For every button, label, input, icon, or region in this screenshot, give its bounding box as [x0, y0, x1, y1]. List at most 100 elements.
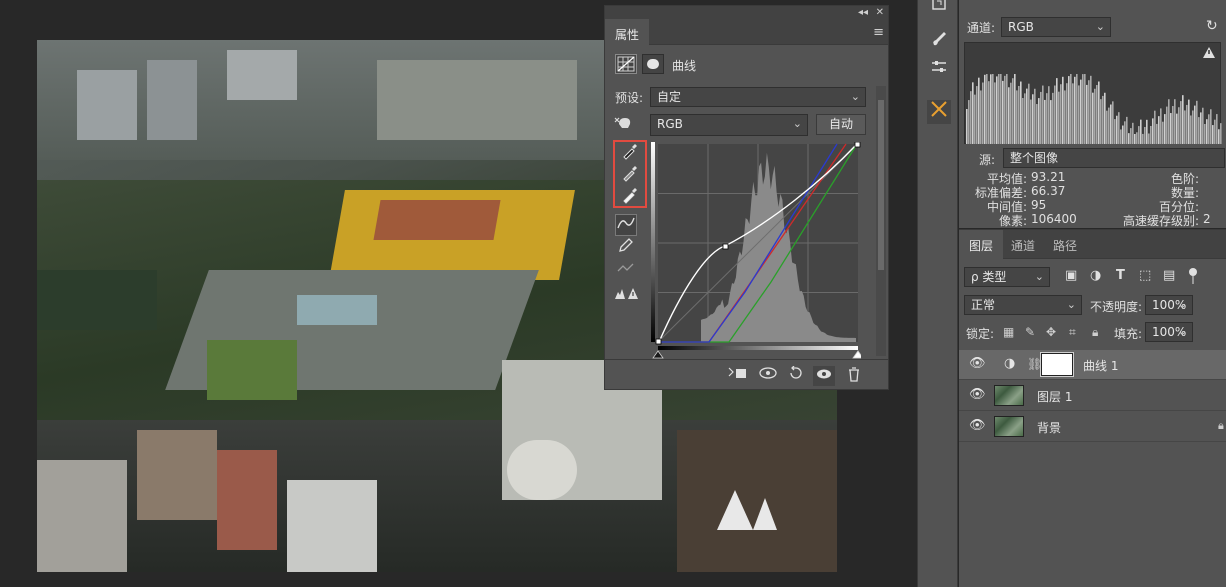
layer-name: 曲线 1 — [1083, 359, 1119, 373]
panel-menu-icon[interactable]: ≡ — [873, 25, 884, 40]
tool-presets-icon[interactable] — [927, 100, 951, 124]
preset-value: 自定 — [657, 90, 682, 104]
tab-paths[interactable]: 路径 — [1047, 230, 1083, 259]
channel-value: RGB — [657, 117, 683, 131]
trash-icon[interactable] — [843, 366, 865, 386]
filter-toggle-icon[interactable] — [1189, 268, 1199, 284]
lock-all-icon[interactable]: 🔒︎ — [1092, 325, 1098, 340]
curve-point-icon[interactable] — [615, 214, 637, 236]
layer-name: 背景 — [1037, 421, 1062, 435]
properties-panel: ◂◂ ✕ 属性 ≡ 曲线 预设: 自定 ⌄ RGB ⌄ 自动 — [604, 5, 889, 390]
preset-label: 预设: — [615, 91, 644, 105]
opacity-label: 不透明度: — [1090, 300, 1143, 314]
layer-row-layer1[interactable]: 👁︎ 图层 1 — [959, 381, 1226, 411]
reset-icon[interactable] — [785, 365, 807, 386]
layer-thumbnail — [994, 416, 1024, 437]
auto-button[interactable]: 自动 — [816, 114, 866, 135]
properties-tab-bar: 属性 ≡ — [605, 19, 888, 45]
filter-label: ρ 类型 — [971, 270, 1007, 284]
layers-panel: 图层 通道 路径 ρ 类型 ⌄ ▣ ◑ T ⬚ ▤ 正常 ⌄ 不透明度: 100… — [959, 229, 1226, 587]
source-label: 源: — [979, 153, 996, 167]
stat-left-value: 106400 — [1031, 212, 1077, 226]
stat-left-value: 95 — [1031, 198, 1047, 212]
visibility-icon[interactable] — [813, 366, 835, 386]
lock-position-icon[interactable]: ✥ — [1046, 325, 1056, 339]
histo-channel-dropdown[interactable]: RGB ⌄ — [1001, 17, 1111, 37]
layer-row-background[interactable]: 👁︎ 背景 🔒︎ — [959, 412, 1226, 442]
view-previous-icon[interactable] — [757, 366, 779, 386]
filter-pixel-icon[interactable]: ▣ — [1065, 268, 1077, 283]
curve-point-mid — [722, 243, 729, 250]
lock-artboard-icon[interactable]: ⌗ — [1069, 325, 1076, 340]
stat-left-value: 93.21 — [1031, 170, 1066, 184]
white-point-slider[interactable] — [852, 350, 864, 359]
filter-type-icon[interactable]: T — [1116, 268, 1125, 283]
stat-left-value: 66.37 — [1031, 184, 1066, 198]
tab-channels[interactable]: 通道 — [1005, 230, 1041, 259]
filter-smart-object-icon[interactable]: ▤ — [1163, 268, 1175, 283]
eyedropper-group — [613, 140, 647, 208]
clipping-warning-icon[interactable] — [613, 284, 639, 306]
blend-mode-value: 正常 — [971, 298, 996, 312]
layer-mask-thumbnail[interactable] — [1040, 352, 1074, 377]
close-icon[interactable]: ✕ — [876, 6, 884, 19]
curve-point-white — [854, 141, 861, 148]
black-eyedropper-icon[interactable] — [619, 142, 641, 164]
collapse-icon[interactable]: ◂◂ — [858, 6, 868, 19]
stat-right-value: 2 — [1203, 212, 1211, 226]
chevron-down-icon: ⌄ — [1034, 270, 1044, 283]
smooth-icon[interactable] — [615, 260, 637, 282]
filter-adjustment-icon[interactable]: ◑ — [1090, 268, 1101, 283]
lock-pixels-icon[interactable]: ✎ — [1025, 325, 1035, 339]
chevron-down-icon: ⌄ — [1177, 325, 1187, 338]
gray-eyedropper-icon[interactable] — [619, 164, 641, 186]
tab-layers[interactable]: 图层 — [959, 230, 1003, 259]
pencil-icon[interactable] — [615, 237, 637, 259]
lock-label: 锁定: — [966, 327, 995, 341]
preset-dropdown[interactable]: 自定 ⌄ — [650, 87, 866, 107]
stat-right-label: 高速缓存级别: — [1122, 214, 1199, 228]
opacity-input[interactable]: 100% ⌄ — [1145, 295, 1193, 315]
panel-header-bar: ◂◂ ✕ — [605, 6, 888, 19]
layer-filter-dropdown[interactable]: ρ 类型 ⌄ — [964, 267, 1050, 287]
link-icon[interactable]: ⛓︎ — [1027, 357, 1042, 371]
layers-tab-bar: 图层 通道 路径 — [959, 230, 1226, 259]
filter-shape-icon[interactable]: ⬚ — [1139, 268, 1151, 283]
tab-properties[interactable]: 属性 — [605, 19, 649, 45]
refresh-icon[interactable]: ↻ — [1206, 18, 1218, 34]
scrollbar-thumb[interactable] — [878, 100, 884, 270]
visibility-eye-icon[interactable]: 👁︎ — [969, 418, 986, 433]
clip-to-layer-icon[interactable] — [727, 366, 749, 386]
fill-input[interactable]: 100% ⌄ — [1145, 322, 1193, 342]
histo-channel-value: RGB — [1008, 20, 1034, 34]
chevron-down-icon: ⌄ — [1066, 298, 1076, 311]
input-gradient-bar — [658, 346, 858, 350]
curves-graph[interactable] — [651, 141, 864, 362]
mask-icon[interactable] — [642, 54, 664, 74]
lock-icon: 🔒︎ — [1218, 419, 1224, 432]
chevron-down-icon: ⌄ — [792, 117, 802, 130]
channel-dropdown[interactable]: RGB ⌄ — [650, 114, 808, 136]
black-point-slider[interactable] — [652, 350, 664, 359]
panel-toggle-icon[interactable] — [927, 0, 951, 18]
white-eyedropper-icon[interactable] — [619, 186, 641, 208]
lock-transparent-icon[interactable]: ▦ — [1003, 325, 1014, 339]
visibility-eye-icon[interactable]: 👁︎ — [969, 387, 986, 402]
visibility-eye-icon[interactable]: 👁︎ — [969, 356, 986, 371]
layer-name: 图层 1 — [1037, 390, 1073, 404]
source-dropdown[interactable]: 整个图像 — [1003, 148, 1225, 168]
layer-thumbnail — [994, 385, 1024, 406]
hand-target-icon[interactable] — [613, 114, 635, 136]
curves-adjustment-icon[interactable] — [615, 54, 637, 74]
adjustment-title: 曲线 — [672, 59, 697, 73]
blend-mode-dropdown[interactable]: 正常 ⌄ — [964, 295, 1082, 315]
brush-settings-icon[interactable] — [927, 30, 951, 54]
layer-row-curves[interactable]: 👁︎ ◑ ⛓︎ 曲线 1 — [959, 350, 1226, 380]
adjustments-icon[interactable] — [927, 58, 951, 82]
chevron-down-icon: ⌄ — [850, 90, 860, 103]
properties-bottom-bar — [605, 359, 888, 389]
source-value: 整个图像 — [1010, 151, 1059, 165]
histogram-panel: 通道: RGB ⌄ ↻ 源: 整个图像 平均值: 93.21 标准偏差: 66.37 中… — [959, 0, 1226, 228]
properties-scrollbar[interactable] — [876, 86, 886, 356]
stat-left-label: 像素: — [998, 214, 1027, 228]
